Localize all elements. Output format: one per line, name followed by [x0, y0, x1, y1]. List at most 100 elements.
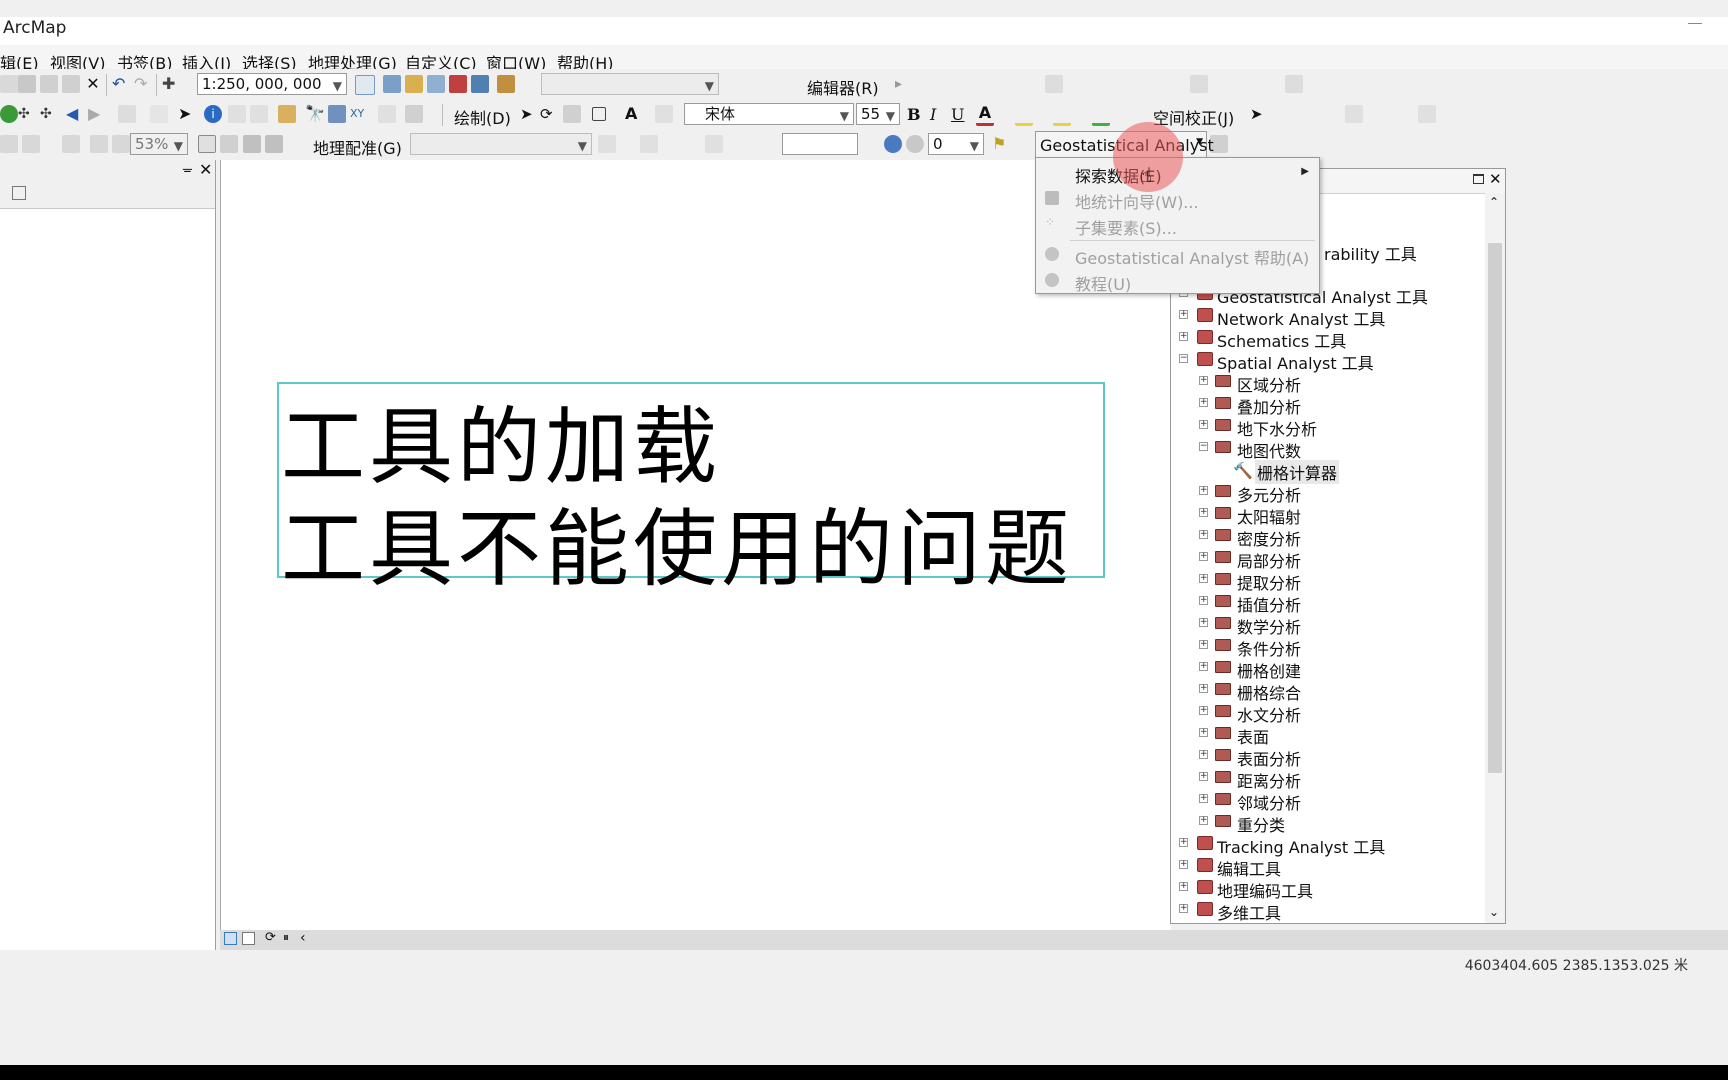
- maximize-icon[interactable]: [1473, 174, 1484, 184]
- collapse-icon[interactable]: −: [1199, 442, 1208, 451]
- georeferencing-menu[interactable]: 地理配准(G): [313, 135, 402, 159]
- redo-icon[interactable]: ↷: [134, 75, 152, 93]
- data-view-icon[interactable]: [224, 932, 237, 945]
- font-color-icon[interactable]: A: [976, 105, 994, 126]
- back-icon[interactable]: ◀: [66, 105, 84, 123]
- scroll-thumb[interactable]: [1488, 243, 1502, 773]
- tree-scrollbar[interactable]: ⌃ ⌄: [1485, 193, 1505, 923]
- zoom-whole-page-icon[interactable]: [90, 135, 108, 153]
- editing-tool-icon[interactable]: [1285, 75, 1303, 93]
- link-table-icon[interactable]: [1418, 105, 1436, 123]
- python-icon[interactable]: [471, 75, 489, 93]
- data-driven-pages-icon[interactable]: [265, 135, 283, 153]
- expand-icon[interactable]: +: [1179, 332, 1188, 341]
- select-elements-icon[interactable]: ➤: [178, 105, 196, 123]
- expand-icon[interactable]: +: [1179, 310, 1188, 319]
- copy-icon[interactable]: [40, 75, 58, 93]
- adjust-table-icon[interactable]: [1345, 105, 1363, 123]
- expand-icon[interactable]: +: [1199, 574, 1208, 583]
- close-icon[interactable]: ✕: [199, 160, 212, 179]
- undo-icon[interactable]: ↶: [112, 75, 130, 93]
- expand-icon[interactable]: +: [1179, 882, 1188, 891]
- adjust-select-icon[interactable]: ➤: [1250, 105, 1268, 123]
- layout-view-icon[interactable]: [242, 932, 255, 945]
- rectangle-icon[interactable]: [592, 107, 606, 121]
- bold-button[interactable]: B: [907, 105, 921, 124]
- georef-input[interactable]: [782, 133, 858, 155]
- topology-icon[interactable]: [1045, 75, 1063, 93]
- view-link-table-icon[interactable]: [705, 135, 723, 153]
- identify-icon[interactable]: i: [204, 105, 222, 123]
- paste-icon[interactable]: [62, 75, 80, 93]
- expand-icon[interactable]: +: [1199, 508, 1208, 517]
- fixed-zoom-in-icon[interactable]: ✣: [18, 105, 36, 123]
- expand-icon[interactable]: +: [1199, 662, 1208, 671]
- expand-icon[interactable]: +: [1199, 398, 1208, 407]
- expand-icon[interactable]: +: [1199, 816, 1208, 825]
- zoom-to-elements-icon[interactable]: [563, 105, 581, 123]
- shift-icon[interactable]: [640, 135, 658, 153]
- snapping-icon[interactable]: [1190, 75, 1208, 93]
- rotate-georef-icon[interactable]: [598, 135, 616, 153]
- underline-button[interactable]: U: [951, 105, 964, 124]
- italic-button[interactable]: I: [930, 105, 936, 124]
- viewer-window-icon[interactable]: [405, 105, 423, 123]
- delete-icon[interactable]: ✕: [84, 75, 102, 93]
- scale-combo[interactable]: 1:250, 000, 000 ▼: [197, 73, 347, 95]
- line-color-icon[interactable]: [1053, 105, 1071, 126]
- cut-icon[interactable]: [18, 75, 36, 93]
- arctoolbox-icon[interactable]: [449, 75, 467, 93]
- catalog-icon[interactable]: [405, 75, 423, 93]
- go-to-xy-icon[interactable]: XY: [350, 105, 368, 123]
- html-popup-icon[interactable]: [250, 105, 268, 123]
- expand-icon[interactable]: +: [1199, 376, 1208, 385]
- minimize-button[interactable]: [1688, 23, 1702, 24]
- edit-tool-icon[interactable]: ▸: [895, 75, 913, 93]
- layout-zoom-out-icon[interactable]: [22, 135, 40, 153]
- forward-icon[interactable]: ▶: [88, 105, 106, 123]
- editor-toolbar-icon[interactable]: [355, 75, 375, 95]
- expand-icon[interactable]: +: [1199, 486, 1208, 495]
- menu-item-tutorial[interactable]: 教程(U): [1036, 268, 1319, 294]
- table-of-contents-icon[interactable]: [383, 75, 401, 93]
- expand-icon[interactable]: +: [1199, 618, 1208, 627]
- zoom-percent-combo[interactable]: 53% ▼: [130, 133, 188, 155]
- find-route-icon[interactable]: [328, 105, 346, 123]
- scroll-down-icon[interactable]: ⌄: [1489, 905, 1499, 919]
- flag-icon[interactable]: ⚑: [992, 135, 1010, 153]
- rotate-icon[interactable]: ⟳: [540, 105, 558, 123]
- collapse-icon[interactable]: −: [1179, 354, 1188, 363]
- expand-icon[interactable]: +: [1199, 420, 1208, 429]
- hyperlink-icon[interactable]: [228, 105, 246, 123]
- toggle-draft-mode-icon[interactable]: [198, 135, 216, 153]
- select-elements-icon-2[interactable]: ➤: [520, 105, 538, 123]
- layer-value-combo[interactable]: 0 ▼: [928, 133, 984, 155]
- select-features-icon[interactable]: [118, 105, 136, 123]
- layer-combo[interactable]: ▼: [541, 73, 719, 95]
- map-layout-view[interactable]: 工具的加载 工具不能使用的问题: [220, 160, 1171, 932]
- find-icon[interactable]: 🔭: [305, 105, 325, 123]
- expand-icon[interactable]: +: [1199, 640, 1208, 649]
- expand-icon[interactable]: +: [1199, 530, 1208, 539]
- expand-icon[interactable]: +: [1179, 904, 1188, 913]
- fill-color-icon[interactable]: [1015, 105, 1033, 126]
- globe-icon[interactable]: [884, 135, 902, 153]
- spatial-adjustment-menu[interactable]: 空间校正(J): [1153, 105, 1234, 129]
- expand-icon[interactable]: +: [1199, 750, 1208, 759]
- menu-item-geostat-help[interactable]: Geostatistical Analyst 帮助(A): [1036, 242, 1319, 268]
- clear-selection-icon[interactable]: [150, 105, 168, 123]
- focus-data-frame-icon[interactable]: [220, 135, 238, 153]
- search-window-icon[interactable]: [427, 75, 445, 93]
- expand-icon[interactable]: +: [1199, 552, 1208, 561]
- refresh-icon[interactable]: [0, 105, 18, 123]
- change-layout-icon[interactable]: [243, 135, 261, 153]
- marker-color-icon[interactable]: [1092, 105, 1110, 126]
- expand-icon[interactable]: +: [1179, 860, 1188, 869]
- model-builder-icon[interactable]: [497, 75, 515, 93]
- edit-vertices-icon[interactable]: [655, 105, 673, 123]
- measure-icon[interactable]: [278, 105, 296, 123]
- draw-menu[interactable]: 绘制(D): [454, 105, 511, 129]
- expand-icon[interactable]: +: [1199, 772, 1208, 781]
- editor-menu[interactable]: 编辑器(R): [807, 75, 879, 99]
- georef-layer-combo[interactable]: ▼: [410, 133, 592, 155]
